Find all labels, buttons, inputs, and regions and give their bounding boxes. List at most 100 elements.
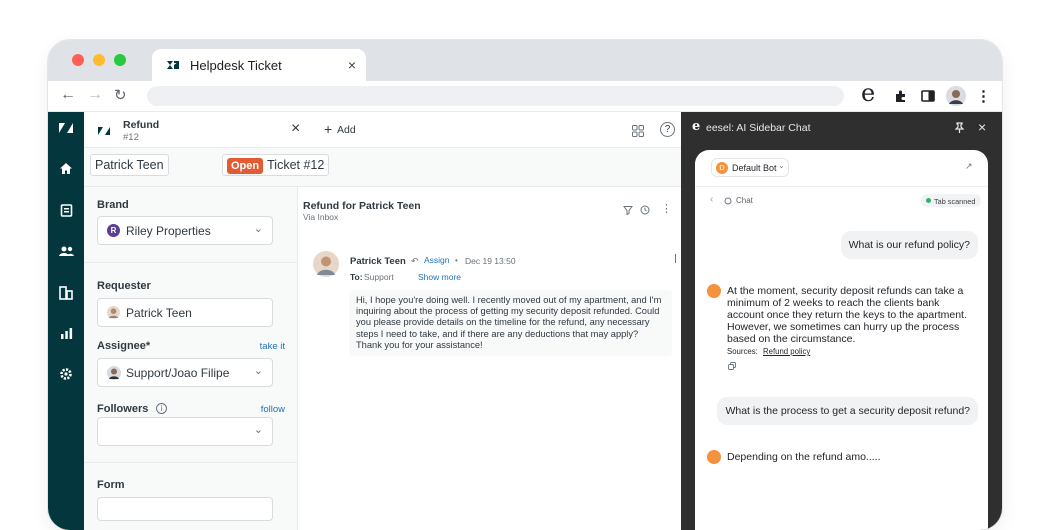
apps-grid-icon[interactable] bbox=[632, 125, 644, 137]
bot-message: Depending on the refund amo..... bbox=[727, 451, 881, 463]
scanned-status-dot bbox=[926, 198, 931, 203]
ticket-properties-panel: Brand R Riley Properties ⌄ Requester Pat… bbox=[84, 187, 298, 530]
brand-initial-icon: R bbox=[107, 224, 120, 237]
filter-icon[interactable] bbox=[623, 205, 633, 215]
requester-field[interactable]: Patrick Teen bbox=[97, 298, 273, 327]
bot-selector[interactable]: D Default Bot ⌄ bbox=[711, 158, 789, 177]
bot-avatar-icon: D bbox=[716, 162, 728, 174]
more-options-icon[interactable]: ⋮ bbox=[661, 202, 672, 215]
reporting-icon[interactable] bbox=[57, 324, 75, 342]
organizations-icon[interactable] bbox=[57, 284, 75, 302]
assign-link[interactable]: Assign bbox=[424, 255, 450, 265]
eesel-extension-icon[interactable]: e bbox=[861, 79, 875, 107]
bot-avatar-icon bbox=[707, 450, 721, 464]
browser-window: Helpdesk Ticket × ← → ↻ e ⋮ Refund #12 ×… bbox=[48, 40, 1002, 530]
requester-label: Requester bbox=[97, 280, 151, 292]
follow-link[interactable]: follow bbox=[261, 404, 285, 415]
home-icon[interactable] bbox=[57, 159, 75, 177]
admin-gear-icon[interactable] bbox=[57, 365, 75, 383]
divider bbox=[695, 186, 988, 187]
assignee-select[interactable]: Support/Joao Filipe ⌄ bbox=[97, 358, 273, 387]
chat-history-icon bbox=[724, 197, 732, 205]
pin-icon[interactable] bbox=[955, 122, 964, 133]
sidebar-close-icon[interactable]: × bbox=[978, 119, 986, 135]
bot-message: At the moment, security deposit refunds … bbox=[727, 285, 967, 345]
zendesk-logo-icon[interactable] bbox=[57, 119, 75, 137]
info-icon[interactable]: i bbox=[156, 403, 167, 414]
brand-value: Riley Properties bbox=[126, 224, 211, 238]
message-timestamp: Dec 19 13:50 bbox=[465, 256, 516, 266]
close-window-button[interactable] bbox=[72, 54, 84, 66]
ticket-tab-title[interactable]: Refund bbox=[123, 119, 159, 131]
ticket-channel: Via Inbox bbox=[303, 212, 339, 222]
tab-title: Helpdesk Ticket bbox=[190, 58, 282, 73]
history-icon[interactable] bbox=[640, 205, 650, 215]
browser-toolbar: ← → ↻ e ⋮ bbox=[48, 79, 1002, 112]
chevron-down-icon: ⌄ bbox=[778, 161, 785, 170]
maximize-window-button[interactable] bbox=[114, 54, 126, 66]
sources-label: Sources: bbox=[727, 347, 758, 356]
copy-icon[interactable] bbox=[728, 362, 736, 370]
forward-icon[interactable]: → bbox=[87, 86, 103, 104]
reply-icon: ↶ bbox=[411, 256, 419, 266]
minimize-window-button[interactable] bbox=[93, 54, 105, 66]
brand-select[interactable]: R Riley Properties ⌄ bbox=[97, 216, 273, 245]
reload-icon[interactable]: ↻ bbox=[114, 86, 127, 104]
ticket-number-label: Ticket #12 bbox=[267, 158, 325, 172]
followers-select[interactable]: ⌄ bbox=[97, 417, 273, 446]
add-plus-icon[interactable]: + bbox=[324, 121, 332, 137]
browser-menu-icon[interactable]: ⋮ bbox=[976, 87, 991, 105]
to-value: Support bbox=[364, 272, 394, 282]
message-author[interactable]: Patrick Teen bbox=[350, 256, 406, 267]
bullet-separator: • bbox=[455, 256, 458, 265]
tab-close-icon[interactable]: × bbox=[348, 57, 356, 73]
browser-tab[interactable]: Helpdesk Ticket × bbox=[152, 49, 366, 81]
take-it-link[interactable]: take it bbox=[260, 341, 285, 352]
requester-chip[interactable]: Patrick Teen bbox=[90, 154, 169, 176]
author-avatar bbox=[313, 251, 339, 277]
views-icon[interactable] bbox=[57, 201, 75, 219]
tab-strip: Helpdesk Ticket × bbox=[48, 40, 1002, 81]
brand-label: Brand bbox=[97, 199, 129, 211]
show-more-link[interactable]: Show more bbox=[418, 272, 461, 282]
back-icon[interactable]: ‹ bbox=[710, 194, 713, 205]
divider bbox=[84, 462, 298, 463]
chevron-down-icon: ⌄ bbox=[253, 223, 263, 235]
chat-label: Chat bbox=[736, 196, 753, 205]
profile-avatar[interactable] bbox=[946, 86, 966, 106]
side-panel-icon[interactable] bbox=[921, 89, 935, 103]
expand-icon[interactable]: ↗ bbox=[965, 161, 973, 172]
customers-icon[interactable] bbox=[57, 242, 75, 260]
message-body: Hi, I hope you're doing well. I recently… bbox=[349, 290, 672, 356]
bot-name: Default Bot bbox=[732, 163, 777, 173]
ticket-tab-close-icon[interactable]: × bbox=[291, 120, 300, 138]
chevron-down-icon: ⌄ bbox=[253, 424, 263, 436]
ai-sidebar: e eesel: AI Sidebar Chat × D Default Bot… bbox=[681, 112, 1002, 530]
ticket-chip[interactable]: Open Ticket #12 bbox=[222, 154, 330, 176]
assignee-label: Assignee* bbox=[97, 340, 151, 352]
chat-panel: D Default Bot ⌄ ↗ ‹ Chat Tab scanned Wha… bbox=[695, 150, 988, 530]
tab-scanned-label: Tab scanned bbox=[934, 196, 976, 206]
sidebar-title: eesel: AI Sidebar Chat bbox=[706, 122, 811, 134]
followers-label: Followers bbox=[97, 403, 149, 415]
source-link[interactable]: Refund policy bbox=[763, 347, 810, 356]
address-bar[interactable] bbox=[147, 86, 844, 106]
conversation-thread: Refund for Patrick Teen Via Inbox ⋮ Patr… bbox=[298, 187, 681, 530]
help-icon[interactable]: ? bbox=[660, 122, 675, 137]
form-label: Form bbox=[97, 479, 125, 491]
add-tab-button[interactable]: Add bbox=[337, 124, 356, 136]
ticket-type-icon bbox=[98, 127, 110, 135]
app-nav-rail bbox=[48, 112, 84, 530]
bot-avatar-icon bbox=[707, 284, 721, 298]
form-select[interactable] bbox=[97, 497, 273, 521]
tab-scanned-badge: Tab scanned bbox=[921, 194, 981, 207]
user-message: What is the process to get a security de… bbox=[717, 397, 978, 425]
zendesk-icon bbox=[167, 61, 179, 69]
assignee-value: Support/Joao Filipe bbox=[126, 366, 230, 380]
ticket-subject: Refund for Patrick Teen bbox=[303, 200, 421, 212]
back-icon[interactable]: ← bbox=[60, 86, 76, 104]
extensions-puzzle-icon[interactable] bbox=[894, 89, 908, 103]
ticket-context-bar: Patrick Teen Open Ticket #12 bbox=[84, 148, 681, 187]
chevron-down-icon: ⌄ bbox=[253, 365, 263, 377]
requester-avatar bbox=[107, 306, 120, 319]
